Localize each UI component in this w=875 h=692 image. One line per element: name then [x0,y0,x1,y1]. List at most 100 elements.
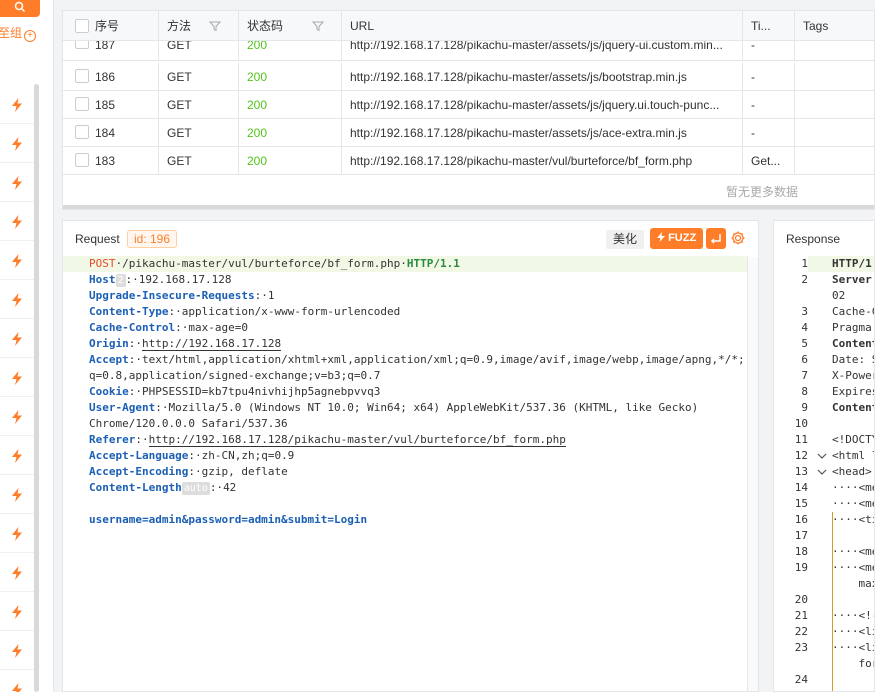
header-content-type: Content-Type:·application/x-www-form-url… [89,305,401,318]
response-line: ····<me [832,497,875,510]
table-row[interactable]: 185 GET 200 http://192.168.17.128/pikachu-m… [63,91,874,119]
sidebar-item[interactable] [0,125,34,163]
response-line: ····<ti [832,513,875,526]
response-line: Pragma: [832,321,875,334]
row-checkbox[interactable] [75,41,89,49]
column-header-method[interactable]: 方法 [159,11,239,41]
table-row[interactable]: 186 GET 200 http://192.168.17.128/pikachu-m… [63,63,874,91]
lightning-icon [12,97,22,112]
request-editor[interactable]: POST·/pikachu-master/vul/burteforce/bf_f… [63,256,758,691]
send-button[interactable] [706,228,726,249]
sidebar-item[interactable] [0,515,34,553]
filter-icon[interactable] [209,20,221,32]
cell-title: Get... [743,147,795,175]
cell-status: 200 [239,91,342,119]
line-number: 19 [794,561,808,574]
column-header-tags[interactable]: Tags [795,11,874,41]
sidebar-item[interactable] [0,242,34,280]
row-checkbox[interactable] [75,125,89,139]
line-number: 3 [801,305,808,318]
sidebar-item[interactable] [0,476,34,514]
line-number: 6 [801,353,808,366]
header-content-length: Content-Length auto:·42 [89,481,237,495]
request-panel: Request id: 196 美化 FUZZ POST·/pikachu-ma… [62,220,759,692]
column-header-url[interactable]: URL [342,11,743,41]
beautify-button[interactable]: 美化 [606,230,645,249]
sidebar-item[interactable] [0,164,34,202]
sidebar-item[interactable] [0,359,34,397]
lightning-icon [12,214,22,229]
no-more-data-text: 暂无更多数据 [725,185,798,199]
table-horizontal-scrollbar[interactable] [63,205,874,209]
line-number: 14 [794,481,808,494]
sidebar-item[interactable] [0,398,34,436]
lightning-icon [12,643,22,658]
lightning-icon [12,370,22,385]
sidebar-item[interactable] [0,671,34,692]
request-body: username=admin&password=admin&submit=Log… [89,513,368,526]
table-row[interactable]: 183 GET 200 http://192.168.17.128/pikachu-m… [63,147,874,175]
response-line: X-Power [832,369,875,382]
sidebar-item[interactable] [0,320,34,358]
add-group-link[interactable]: 至组 + [0,24,37,42]
row-checkbox[interactable] [75,97,89,111]
column-label-method: 方法 [167,19,192,33]
response-line: Expires [832,385,875,398]
request-history-table: 序号 方法 状态码 URL Ti... Tags 187 GET 200 http:/… [62,10,875,210]
filter-icon[interactable] [312,20,324,32]
sidebar-item[interactable] [0,632,34,670]
request-editor-scrollbar[interactable] [747,257,758,691]
response-editor[interactable]: 1 HTTP/1. 2 Server: 02 3 Cache-C 4 Pragma: 5 Conte… [774,256,875,691]
table-row[interactable]: 187 GET 200 http://192.168.17.128/pikachu-m… [63,41,874,61]
response-line: ····<li [832,625,875,638]
column-header-seq[interactable]: 序号 [63,11,159,41]
sidebar-item[interactable] [0,593,34,631]
response-panel: Response 1 HTTP/1. 2 Server: 02 3 Cache-C 4 Prag… [773,220,875,692]
header-cookie: Cookie:·PHPSESSID=kb7tpu4nivhijhp5agnebp… [89,385,381,398]
column-header-status[interactable]: 状态码 [239,11,342,41]
line-number: 7 [801,369,808,382]
chevron-down-icon[interactable] [817,464,827,480]
lightning-icon [12,175,22,190]
line-number: 13 [794,465,808,478]
line-number: 23 [794,641,808,654]
row-checkbox[interactable] [75,69,89,83]
cell-title: - [743,63,795,91]
row-checkbox[interactable] [75,153,89,167]
gear-icon[interactable] [730,230,746,246]
chevron-down-icon[interactable] [817,448,827,464]
line-number [774,576,808,592]
sidebar-item[interactable] [0,86,34,124]
cell-url: http://192.168.17.128/pikachu-master/ass… [342,41,743,61]
fuzz-label: FUZZ [668,232,697,244]
column-header-title[interactable]: Ti... [743,11,795,41]
cell-tags [795,119,874,147]
header-user-agent: User-Agent:·Mozilla/5.0 (Windows NT 10.0… [89,401,699,414]
cell-seq: 187 [63,41,159,61]
line-number: 22 [794,625,808,638]
cell-url: http://192.168.17.128/pikachu-master/vul… [342,147,743,175]
sidebar-item[interactable] [0,437,34,475]
cell-method: GET [159,91,239,119]
cell-seq: 186 [63,63,159,91]
line-number: 16 [794,513,808,526]
cell-status: 200 [239,119,342,147]
sidebar-item[interactable] [0,203,34,241]
cell-tags [795,91,874,119]
fuzz-button[interactable]: FUZZ [650,228,704,249]
select-all-checkbox[interactable] [75,19,89,33]
sidebar-scrollbar[interactable] [34,84,39,692]
response-line: Content [832,337,875,350]
cell-title: - [743,91,795,119]
line-number: 5 [801,337,808,350]
response-line: Date: S [832,353,875,366]
sidebar-item[interactable] [0,554,34,592]
sidebar-item[interactable] [0,281,34,319]
cell-seq: 184 [63,119,159,147]
cell-url: http://192.168.17.128/pikachu-master/ass… [342,91,743,119]
table-row[interactable]: 184 GET 200 http://192.168.17.128/pikachu-m… [63,119,874,147]
lightning-icon [12,331,22,346]
lightning-icon [12,409,22,424]
search-button[interactable] [0,0,40,17]
column-label-status: 状态码 [247,19,284,33]
